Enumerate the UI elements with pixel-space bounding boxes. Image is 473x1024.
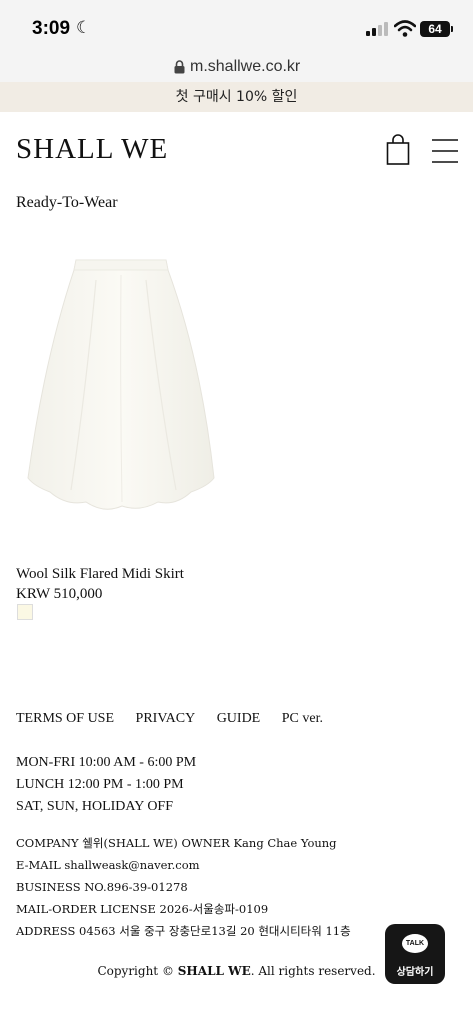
chat-consult-button[interactable]: TALK 상담하기 bbox=[385, 924, 445, 984]
hours-lunch: LUNCH 12:00 PM - 1:00 PM bbox=[16, 777, 184, 792]
moon-icon: ☾ bbox=[76, 18, 92, 38]
status-time: 3:09 bbox=[32, 18, 71, 39]
info-address: ADDRESS 04563 서울 중구 장충단로13길 20 현대시티타워 11… bbox=[16, 924, 351, 938]
copyright-suffix: . All rights reserved. bbox=[250, 964, 376, 978]
product-price: KRW 510,000 bbox=[16, 586, 103, 602]
talk-bubble-icon: TALK bbox=[402, 934, 428, 953]
privacy-link[interactable]: PRIVACY bbox=[136, 711, 196, 726]
info-business-no: BUSINESS NO.896-39-01278 bbox=[16, 880, 188, 894]
wifi-icon bbox=[394, 20, 416, 37]
copyright-prefix: Copyright © bbox=[97, 964, 178, 978]
signal-icon bbox=[366, 22, 388, 36]
battery-tip bbox=[451, 26, 453, 32]
info-company: COMPANY 쉘위(SHALL WE) OWNER Kang Chae You… bbox=[16, 836, 337, 850]
hours-weekend: SAT, SUN, HOLIDAY OFF bbox=[16, 799, 174, 814]
chat-label: 상담하기 bbox=[396, 967, 434, 978]
guide-link[interactable]: GUIDE bbox=[217, 711, 261, 726]
pc-version-link[interactable]: PC ver. bbox=[282, 711, 323, 726]
product-image[interactable] bbox=[16, 240, 230, 540]
section-title: Ready-To-Wear bbox=[16, 194, 118, 211]
copyright-brand: SHALL WE bbox=[177, 964, 251, 978]
info-email: E-MAIL shallweask@naver.com bbox=[16, 858, 200, 872]
brand-logo[interactable]: SHALL WE bbox=[16, 133, 168, 166]
shopping-bag-icon[interactable] bbox=[386, 134, 410, 166]
status-bar: 3:09 ☾ 64 bbox=[0, 0, 473, 54]
business-hours: MON-FRI 10:00 AM - 6:00 PM LUNCH 12:00 P… bbox=[16, 752, 196, 818]
lock-icon bbox=[174, 60, 185, 74]
footer-links: TERMS OF USE PRIVACY GUIDE PC ver. bbox=[16, 711, 341, 727]
battery-icon: 64 bbox=[420, 21, 450, 37]
product-name[interactable]: Wool Silk Flared Midi Skirt bbox=[16, 566, 184, 583]
hours-weekday: MON-FRI 10:00 AM - 6:00 PM bbox=[16, 755, 197, 770]
promo-banner[interactable]: 첫 구매시 10% 할인 bbox=[0, 82, 473, 112]
url-text: m.shallwe.co.kr bbox=[190, 58, 301, 75]
terms-link[interactable]: TERMS OF USE bbox=[16, 711, 114, 726]
menu-icon[interactable] bbox=[432, 139, 458, 165]
color-swatch bbox=[17, 604, 33, 620]
address-bar[interactable]: m.shallwe.co.kr bbox=[0, 54, 473, 82]
info-license: MAIL-ORDER LICENSE 2026-서울송파-0109 bbox=[16, 902, 269, 916]
company-info: COMPANY 쉘위(SHALL WE) OWNER Kang Chae You… bbox=[16, 832, 351, 942]
